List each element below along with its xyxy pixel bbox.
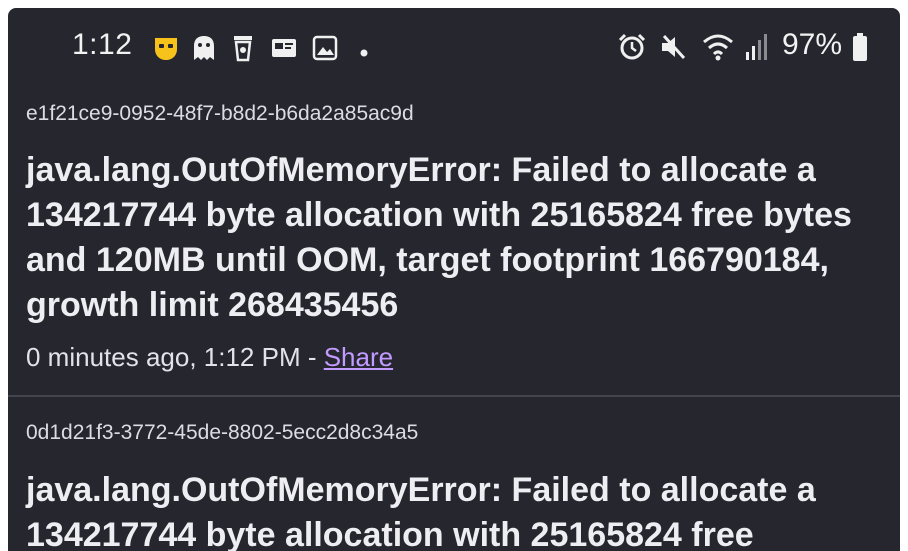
share-link[interactable]: Share [324,342,393,372]
crash-id: 0d1d21f3-3772-45de-8802-5ecc2d8c34a5 [26,421,419,444]
card-icon [270,34,298,67]
battery-icon [852,32,868,67]
crash-id: e1f21ce9-0952-48f7-b8d2-b6da2a85ac9d [26,102,414,125]
mute-icon [658,32,688,67]
alarm-icon [618,32,646,67]
ghost-icon [192,34,216,67]
crash-time: 0 minutes ago, 1:12 PM - [26,342,324,372]
crash-title: java.lang.OutOfMemoryError: Failed to al… [26,471,816,551]
wifi-icon [702,32,734,67]
crash-title: java.lang.OutOfMemoryError: Failed to al… [26,151,852,324]
divider [8,395,900,397]
app-notification-icon [152,34,180,67]
dot-icon [360,44,368,62]
crash-meta: 0 minutes ago, 1:12 PM - Share [26,342,393,373]
status-bar: 1:12 97% [8,8,900,84]
battery-percent: 97% [782,28,843,61]
image-icon [312,34,338,67]
signal-icon [744,32,770,67]
status-time: 1:12 [72,28,133,61]
cup-icon [232,34,254,67]
app-screen: 1:12 97% e1f21ce9-0952-48f7-b8d2-b6da2a8… [8,8,900,551]
